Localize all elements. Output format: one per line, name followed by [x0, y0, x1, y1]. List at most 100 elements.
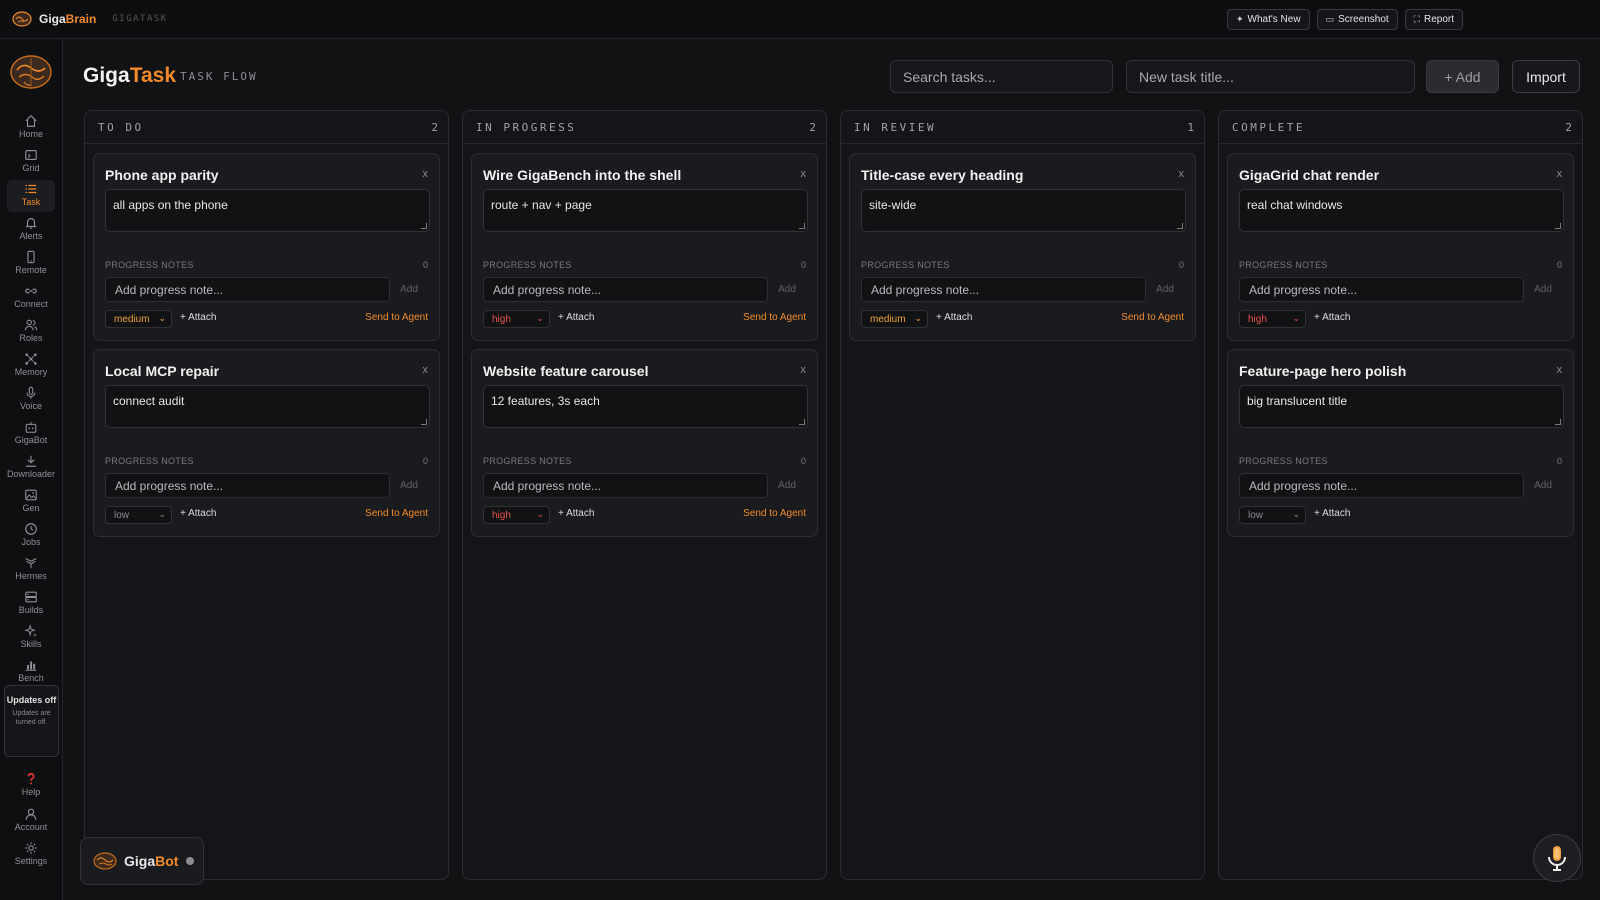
nav-skills[interactable]: Skills: [7, 622, 55, 654]
resize-handle-icon[interactable]: [1555, 223, 1561, 229]
task-card[interactable]: Phone app parity x all apps on the phone PR…: [93, 153, 440, 341]
send-to-agent-button[interactable]: Send to Agent: [365, 508, 428, 519]
task-card[interactable]: Title-case every heading x site-wide PROGRE…: [849, 153, 1196, 341]
attach-button[interactable]: + Attach: [558, 508, 594, 519]
close-icon[interactable]: x: [801, 364, 807, 376]
resize-handle-icon[interactable]: [421, 419, 427, 425]
new-task-title-input[interactable]: [1126, 60, 1415, 93]
priority-select[interactable]: medium ⌄: [105, 310, 172, 328]
progress-note-input[interactable]: [861, 277, 1146, 302]
priority-select[interactable]: high ⌄: [483, 310, 550, 328]
search-input[interactable]: [890, 60, 1113, 93]
nav-memory[interactable]: Memory: [7, 350, 55, 382]
priority-select[interactable]: low ⌄: [105, 506, 172, 524]
add-note-button[interactable]: Add: [1524, 277, 1562, 302]
task-card[interactable]: Local MCP repair x connect audit PROGRESS N…: [93, 349, 440, 537]
resize-handle-icon[interactable]: [799, 223, 805, 229]
resize-handle-icon[interactable]: [799, 419, 805, 425]
voice-mic-button[interactable]: [1533, 834, 1581, 882]
priority-select[interactable]: medium ⌄: [861, 310, 928, 328]
whats-new-button[interactable]: ✦ What's New: [1226, 9, 1310, 30]
attach-button[interactable]: + Attach: [1314, 508, 1350, 519]
add-note-button[interactable]: Add: [768, 473, 806, 498]
close-icon[interactable]: x: [423, 168, 429, 180]
home-icon: [25, 114, 37, 127]
task-description-field[interactable]: big translucent title: [1239, 385, 1564, 428]
nav-voice[interactable]: Voice: [7, 384, 55, 416]
add-note-button[interactable]: Add: [390, 473, 428, 498]
nav-label: Voice: [19, 401, 43, 411]
resize-handle-icon[interactable]: [1177, 223, 1183, 229]
send-to-agent-button[interactable]: Send to Agent: [365, 312, 428, 323]
task-card[interactable]: Wire GigaBench into the shell x route + na…: [471, 153, 818, 341]
nav-gigabot[interactable]: GigaBot: [7, 418, 55, 450]
progress-note-input[interactable]: [1239, 473, 1524, 498]
nav-bench[interactable]: Bench: [7, 656, 55, 688]
task-title[interactable]: Feature-page hero polish: [1239, 363, 1406, 379]
gigabot-launcher[interactable]: GigaBot: [80, 837, 204, 885]
task-card[interactable]: Feature-page hero polish x big translucent…: [1227, 349, 1574, 537]
resize-handle-icon[interactable]: [421, 223, 427, 229]
nav-label: Roles: [19, 333, 43, 343]
add-note-button[interactable]: Add: [1524, 473, 1562, 498]
task-title[interactable]: Title-case every heading: [861, 167, 1023, 183]
nav-builds[interactable]: Builds: [7, 588, 55, 620]
task-title[interactable]: Wire GigaBench into the shell: [483, 167, 681, 183]
task-title[interactable]: Website feature carousel: [483, 363, 648, 379]
progress-note-input[interactable]: [105, 473, 390, 498]
priority-select[interactable]: low ⌄: [1239, 506, 1306, 524]
task-description-field[interactable]: all apps on the phone: [105, 189, 430, 232]
add-note-button[interactable]: Add: [1146, 277, 1184, 302]
task-description-field[interactable]: real chat windows: [1239, 189, 1564, 232]
priority-select[interactable]: high ⌄: [1239, 310, 1306, 328]
task-card[interactable]: Website feature carousel x 12 features, 3s…: [471, 349, 818, 537]
nav-help[interactable]: Help: [7, 770, 55, 802]
import-button[interactable]: Import: [1512, 60, 1580, 93]
task-title[interactable]: Local MCP repair: [105, 363, 219, 379]
attach-button[interactable]: + Attach: [558, 312, 594, 323]
nav-gen[interactable]: Gen: [7, 486, 55, 518]
close-icon[interactable]: x: [801, 168, 807, 180]
task-title[interactable]: Phone app parity: [105, 167, 219, 183]
progress-note-input[interactable]: [1239, 277, 1524, 302]
nav-grid[interactable]: Grid: [7, 146, 55, 178]
progress-note-input[interactable]: [483, 277, 768, 302]
close-icon[interactable]: x: [423, 364, 429, 376]
resize-handle-icon[interactable]: [1555, 419, 1561, 425]
progress-note-input[interactable]: [105, 277, 390, 302]
task-description-field[interactable]: route + nav + page: [483, 189, 808, 232]
nav-settings[interactable]: Settings: [7, 839, 55, 871]
attach-button[interactable]: + Attach: [180, 312, 216, 323]
close-icon[interactable]: x: [1179, 168, 1185, 180]
attach-button[interactable]: + Attach: [936, 312, 972, 323]
add-note-button[interactable]: Add: [768, 277, 806, 302]
nav-downloader[interactable]: Downloader: [7, 452, 55, 484]
nav-roles[interactable]: Roles: [7, 316, 55, 348]
task-card[interactable]: GigaGrid chat render x real chat windows PR…: [1227, 153, 1574, 341]
task-description-field[interactable]: 12 features, 3s each: [483, 385, 808, 428]
attach-button[interactable]: + Attach: [1314, 312, 1350, 323]
nav-account[interactable]: Account: [7, 805, 55, 837]
send-to-agent-button[interactable]: Send to Agent: [743, 312, 806, 323]
progress-note-input[interactable]: [483, 473, 768, 498]
add-note-button[interactable]: Add: [390, 277, 428, 302]
task-description-field[interactable]: connect audit: [105, 385, 430, 428]
report-button[interactable]: ⛶ Report: [1404, 9, 1463, 30]
screenshot-button[interactable]: ▭ Screenshot: [1316, 9, 1398, 30]
attach-button[interactable]: + Attach: [180, 508, 216, 519]
priority-select[interactable]: high ⌄: [483, 506, 550, 524]
close-icon[interactable]: x: [1557, 168, 1563, 180]
send-to-agent-button[interactable]: Send to Agent: [743, 508, 806, 519]
task-description-field[interactable]: site-wide: [861, 189, 1186, 232]
nav-jobs[interactable]: Jobs: [7, 520, 55, 552]
nav-alerts[interactable]: Alerts: [7, 214, 55, 246]
task-title[interactable]: GigaGrid chat render: [1239, 167, 1379, 183]
nav-remote[interactable]: Remote: [7, 248, 55, 280]
close-icon[interactable]: x: [1557, 364, 1563, 376]
nav-task[interactable]: Task: [7, 180, 55, 212]
add-task-button[interactable]: + Add: [1426, 60, 1499, 93]
nav-connect[interactable]: Connect: [7, 282, 55, 314]
nav-home[interactable]: Home: [7, 112, 55, 144]
send-to-agent-button[interactable]: Send to Agent: [1121, 312, 1184, 323]
nav-hermes[interactable]: Hermes: [7, 554, 55, 586]
